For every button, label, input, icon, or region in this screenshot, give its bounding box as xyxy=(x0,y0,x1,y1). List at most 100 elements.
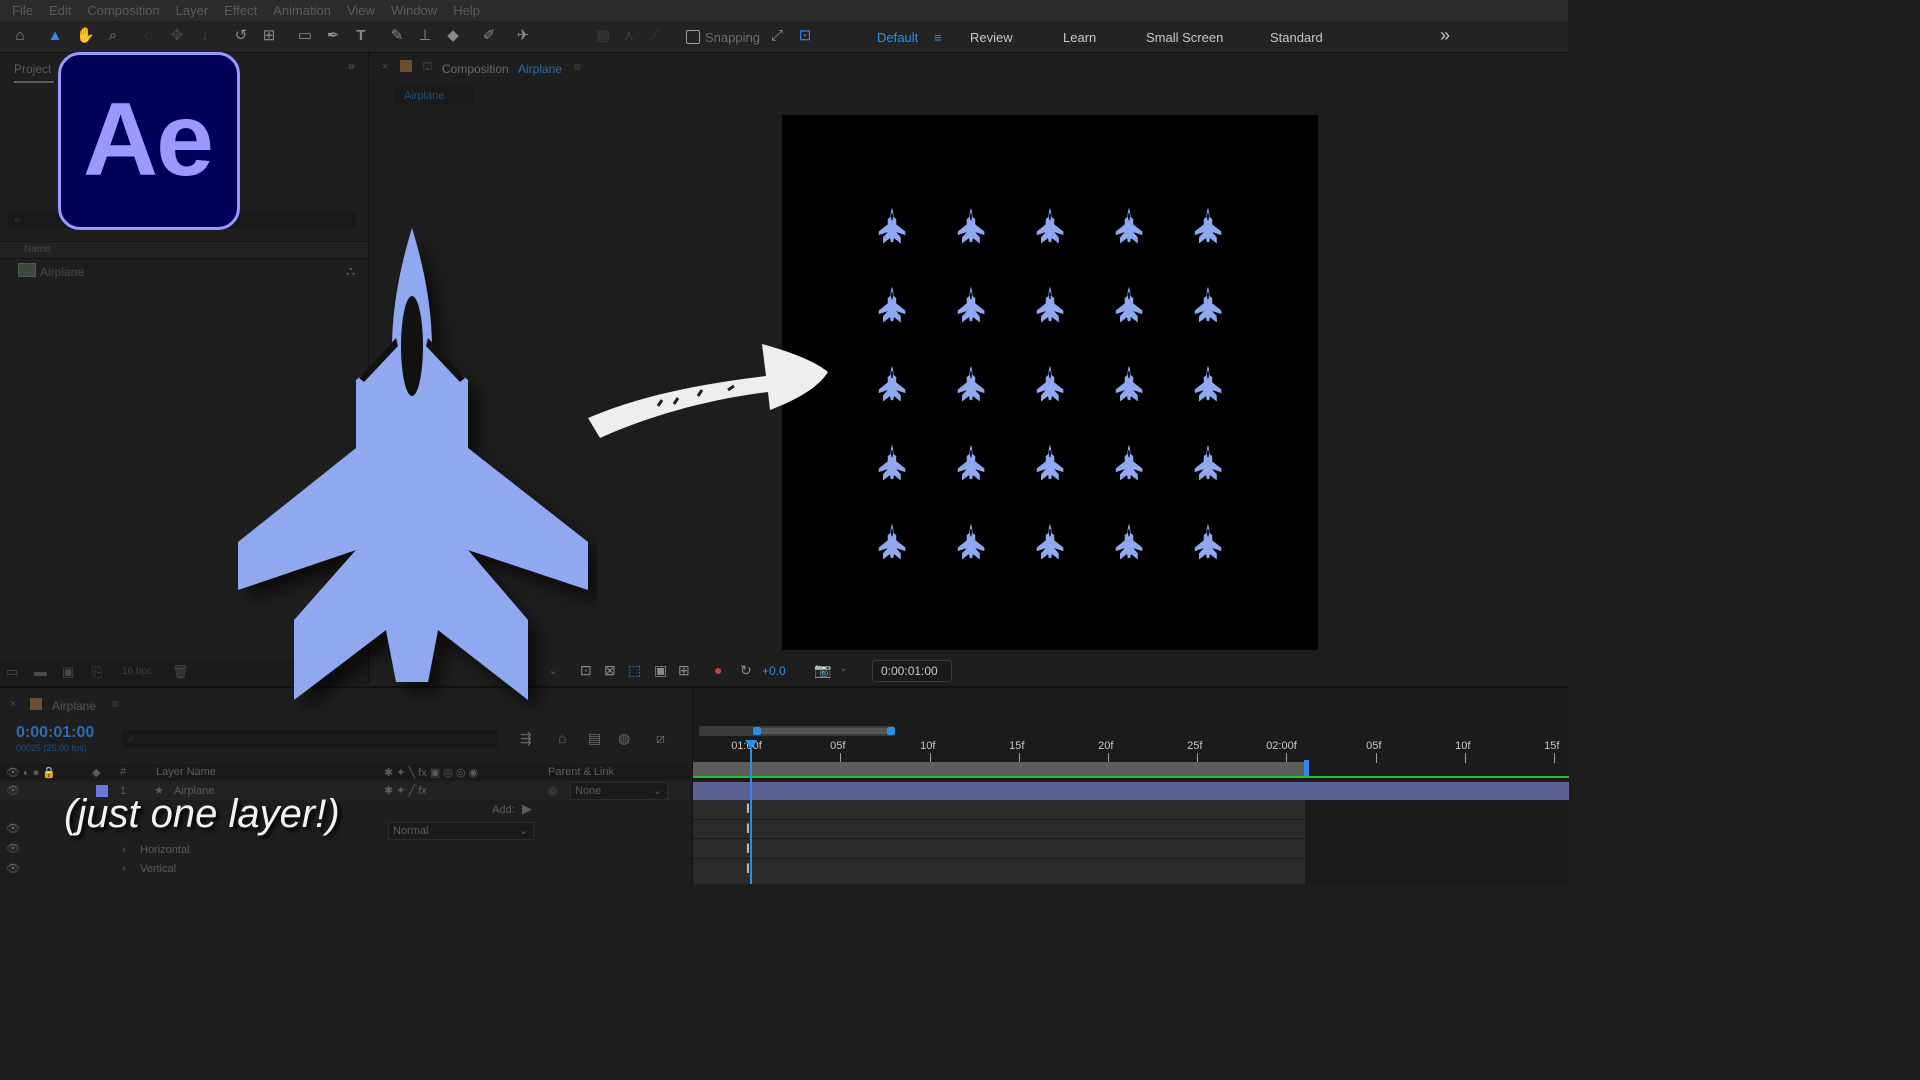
timeline-menu-icon[interactable]: ≡ xyxy=(112,697,119,711)
composition-menu-icon[interactable]: ≡ xyxy=(574,60,581,74)
bit-depth-label[interactable]: 16 bpc xyxy=(122,666,152,677)
lock-panel-icon[interactable] xyxy=(400,60,412,72)
layer-switches-icons[interactable]: ✱ ✦ ╱ fx xyxy=(384,784,427,797)
type-tool-icon[interactable]: T xyxy=(352,27,370,45)
current-time-display[interactable]: 0:00:01:00 xyxy=(16,724,94,742)
name-column-header[interactable]: Name xyxy=(24,244,51,255)
prop-visibility-icon-1[interactable]: 👁 xyxy=(6,822,20,835)
snapshot-icon[interactable]: 📷 xyxy=(814,662,831,679)
anchor-tool-icon[interactable]: ⊞ xyxy=(260,27,278,45)
current-time-indicator[interactable] xyxy=(750,740,752,884)
snap-icon[interactable]: ⤢ xyxy=(768,27,786,45)
twirl-horizontal-icon[interactable]: › xyxy=(122,844,126,856)
eraser-tool-icon[interactable]: ◆ xyxy=(444,27,462,45)
composition-title-name[interactable]: Airplane xyxy=(518,62,562,76)
menu-composition[interactable]: Composition xyxy=(83,3,163,18)
property-horizontal[interactable]: Horizontal xyxy=(140,844,190,856)
zoom-slider[interactable] xyxy=(753,728,889,734)
transparency-grid-icon[interactable]: ⊠ xyxy=(604,662,616,679)
workspace-menu-icon[interactable]: ≡ xyxy=(934,30,942,45)
work-area-range[interactable] xyxy=(693,762,1305,776)
snap-mode-icon[interactable]: ⊡ xyxy=(796,27,814,45)
zoom-tool-icon[interactable]: ⌕ xyxy=(104,27,122,45)
twirl-vertical-icon[interactable]: › xyxy=(122,863,126,875)
workspace-default[interactable]: Default xyxy=(877,30,918,45)
timeline-search-input[interactable]: ⌕ xyxy=(122,730,498,748)
prop-visibility-icon-3[interactable]: 👁 xyxy=(6,862,20,875)
draft-3d-icon[interactable]: ⌂ xyxy=(558,730,566,746)
comp-mini-flowchart-icon[interactable]: ⇶ xyxy=(520,730,532,747)
property-vertical[interactable]: Vertical xyxy=(140,863,176,875)
dolly-tool-icon[interactable]: ↓ xyxy=(196,27,214,45)
parent-dropdown[interactable]: None ⌄ xyxy=(570,782,668,800)
selection-tool-icon[interactable]: ▲ xyxy=(46,27,64,45)
menu-file[interactable]: File xyxy=(8,3,37,18)
parent-pickwhip-icon[interactable]: ◎ xyxy=(548,784,558,797)
menu-help[interactable]: Help xyxy=(449,3,484,18)
project-tab[interactable]: Project xyxy=(14,62,51,76)
orbit-tool-icon[interactable]: ◌ xyxy=(140,27,158,45)
time-graph[interactable]: 01:00f 05f 10f 15f 20f 25f 02:00f 05f 10f 15f I I… xyxy=(692,688,1569,884)
timeline-comp-tab[interactable]: Airplane xyxy=(52,699,96,713)
time-ruler[interactable]: 01:00f 05f 10f 15f 20f 25f 02:00f 05f 10f 15f xyxy=(693,740,1569,764)
add-property-icon[interactable]: ▶ xyxy=(522,801,532,817)
menu-animation[interactable]: Animation xyxy=(269,3,335,18)
safe-margins-icon[interactable]: ▣ xyxy=(654,662,667,679)
viewer-timecode[interactable]: 0:00:01:00 xyxy=(872,660,952,682)
pen-tool-icon[interactable]: ✒ xyxy=(324,27,342,45)
align-icon[interactable]: ▦ xyxy=(594,27,612,45)
hand-tool-icon[interactable]: ✋ xyxy=(76,27,95,45)
reset-exposure-icon[interactable]: ↻ xyxy=(740,662,752,679)
exposure-value[interactable]: +0.0 xyxy=(762,664,786,678)
workspace-small-screen[interactable]: Small Screen xyxy=(1146,30,1223,45)
world-axis-icon[interactable]: ⟋ xyxy=(646,27,664,45)
composition-tab[interactable]: Airplane xyxy=(394,87,474,105)
channel-icon[interactable]: ● xyxy=(714,662,722,678)
zoom-end-handle[interactable] xyxy=(887,727,895,735)
motion-blur-icon[interactable]: ◍ xyxy=(618,730,630,747)
zoom-start-handle[interactable] xyxy=(753,727,761,735)
prop-visibility-icon-2[interactable]: 👁 xyxy=(6,842,20,855)
menu-window[interactable]: Window xyxy=(387,3,441,18)
workspace-review[interactable]: Review xyxy=(970,30,1013,45)
trash-icon[interactable]: 🗑 xyxy=(172,664,189,680)
snapping-checkbox[interactable] xyxy=(686,30,700,44)
menu-layer[interactable]: Layer xyxy=(172,3,213,18)
close-panel-icon[interactable]: × xyxy=(382,61,388,73)
graph-editor-icon[interactable]: ⧄ xyxy=(656,730,665,747)
blend-mode-dropdown[interactable]: Normal ⌄ xyxy=(388,822,534,840)
workspace-learn[interactable]: Learn xyxy=(1063,30,1096,45)
render-queue-icon[interactable]: ⎘ xyxy=(92,664,102,680)
puppet-pin-icon[interactable]: ✈ xyxy=(514,27,532,45)
layer-name-header[interactable]: Layer Name xyxy=(156,766,216,778)
new-folder-icon[interactable]: ▬ xyxy=(34,664,47,679)
frame-blending-icon[interactable]: ▤ xyxy=(588,730,601,747)
work-area-end-marker[interactable] xyxy=(1304,760,1309,776)
interpret-footage-icon[interactable]: ▭ xyxy=(6,664,18,680)
rectangle-tool-icon[interactable]: ▭ xyxy=(296,27,314,45)
mask-visibility-icon[interactable]: ⬚ xyxy=(628,662,641,679)
workspace-standard[interactable]: Standard xyxy=(1270,30,1323,45)
layer-visibility-icon[interactable]: 👁 xyxy=(6,784,20,797)
axis-icon[interactable]: ⋏ xyxy=(620,27,638,45)
menu-edit[interactable]: Edit xyxy=(45,3,75,18)
panel-menu-icon[interactable]: » xyxy=(348,59,355,73)
new-composition-icon[interactable]: ▣ xyxy=(62,664,74,680)
playhead-handle[interactable] xyxy=(745,740,757,750)
3d-view-icon[interactable]: ⊞ xyxy=(678,662,690,679)
menu-view[interactable]: View xyxy=(343,3,379,18)
brush-tool-icon[interactable]: ✎ xyxy=(388,27,406,45)
parent-link-header[interactable]: Parent & Link xyxy=(548,766,614,778)
home-icon[interactable]: ⌂ xyxy=(11,27,29,45)
rotate-tool-icon[interactable]: ↺ xyxy=(232,27,250,45)
close-timeline-icon[interactable]: × xyxy=(10,698,16,710)
composition-viewer[interactable] xyxy=(782,115,1318,650)
show-snapshot-icon[interactable]: ◔ xyxy=(838,662,846,678)
roto-brush-icon[interactable]: ✐ xyxy=(480,27,498,45)
menu-effect[interactable]: Effect xyxy=(220,3,261,18)
clone-stamp-icon[interactable]: ⊥ xyxy=(416,27,434,45)
project-item-name[interactable]: Airplane xyxy=(40,265,84,279)
workspace-overflow-icon[interactable]: » xyxy=(1440,25,1450,46)
pan-tool-icon[interactable]: ✥ xyxy=(168,27,186,45)
layer-duration-bar[interactable] xyxy=(693,782,1569,800)
